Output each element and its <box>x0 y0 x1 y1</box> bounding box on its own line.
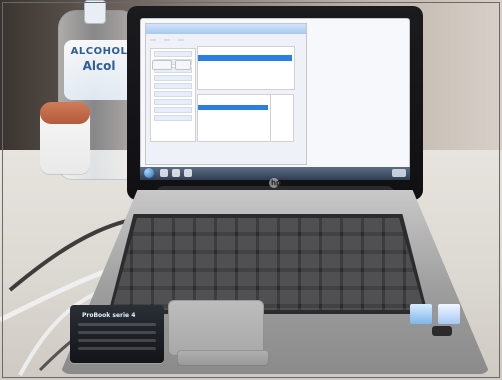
image-border <box>2 2 500 378</box>
